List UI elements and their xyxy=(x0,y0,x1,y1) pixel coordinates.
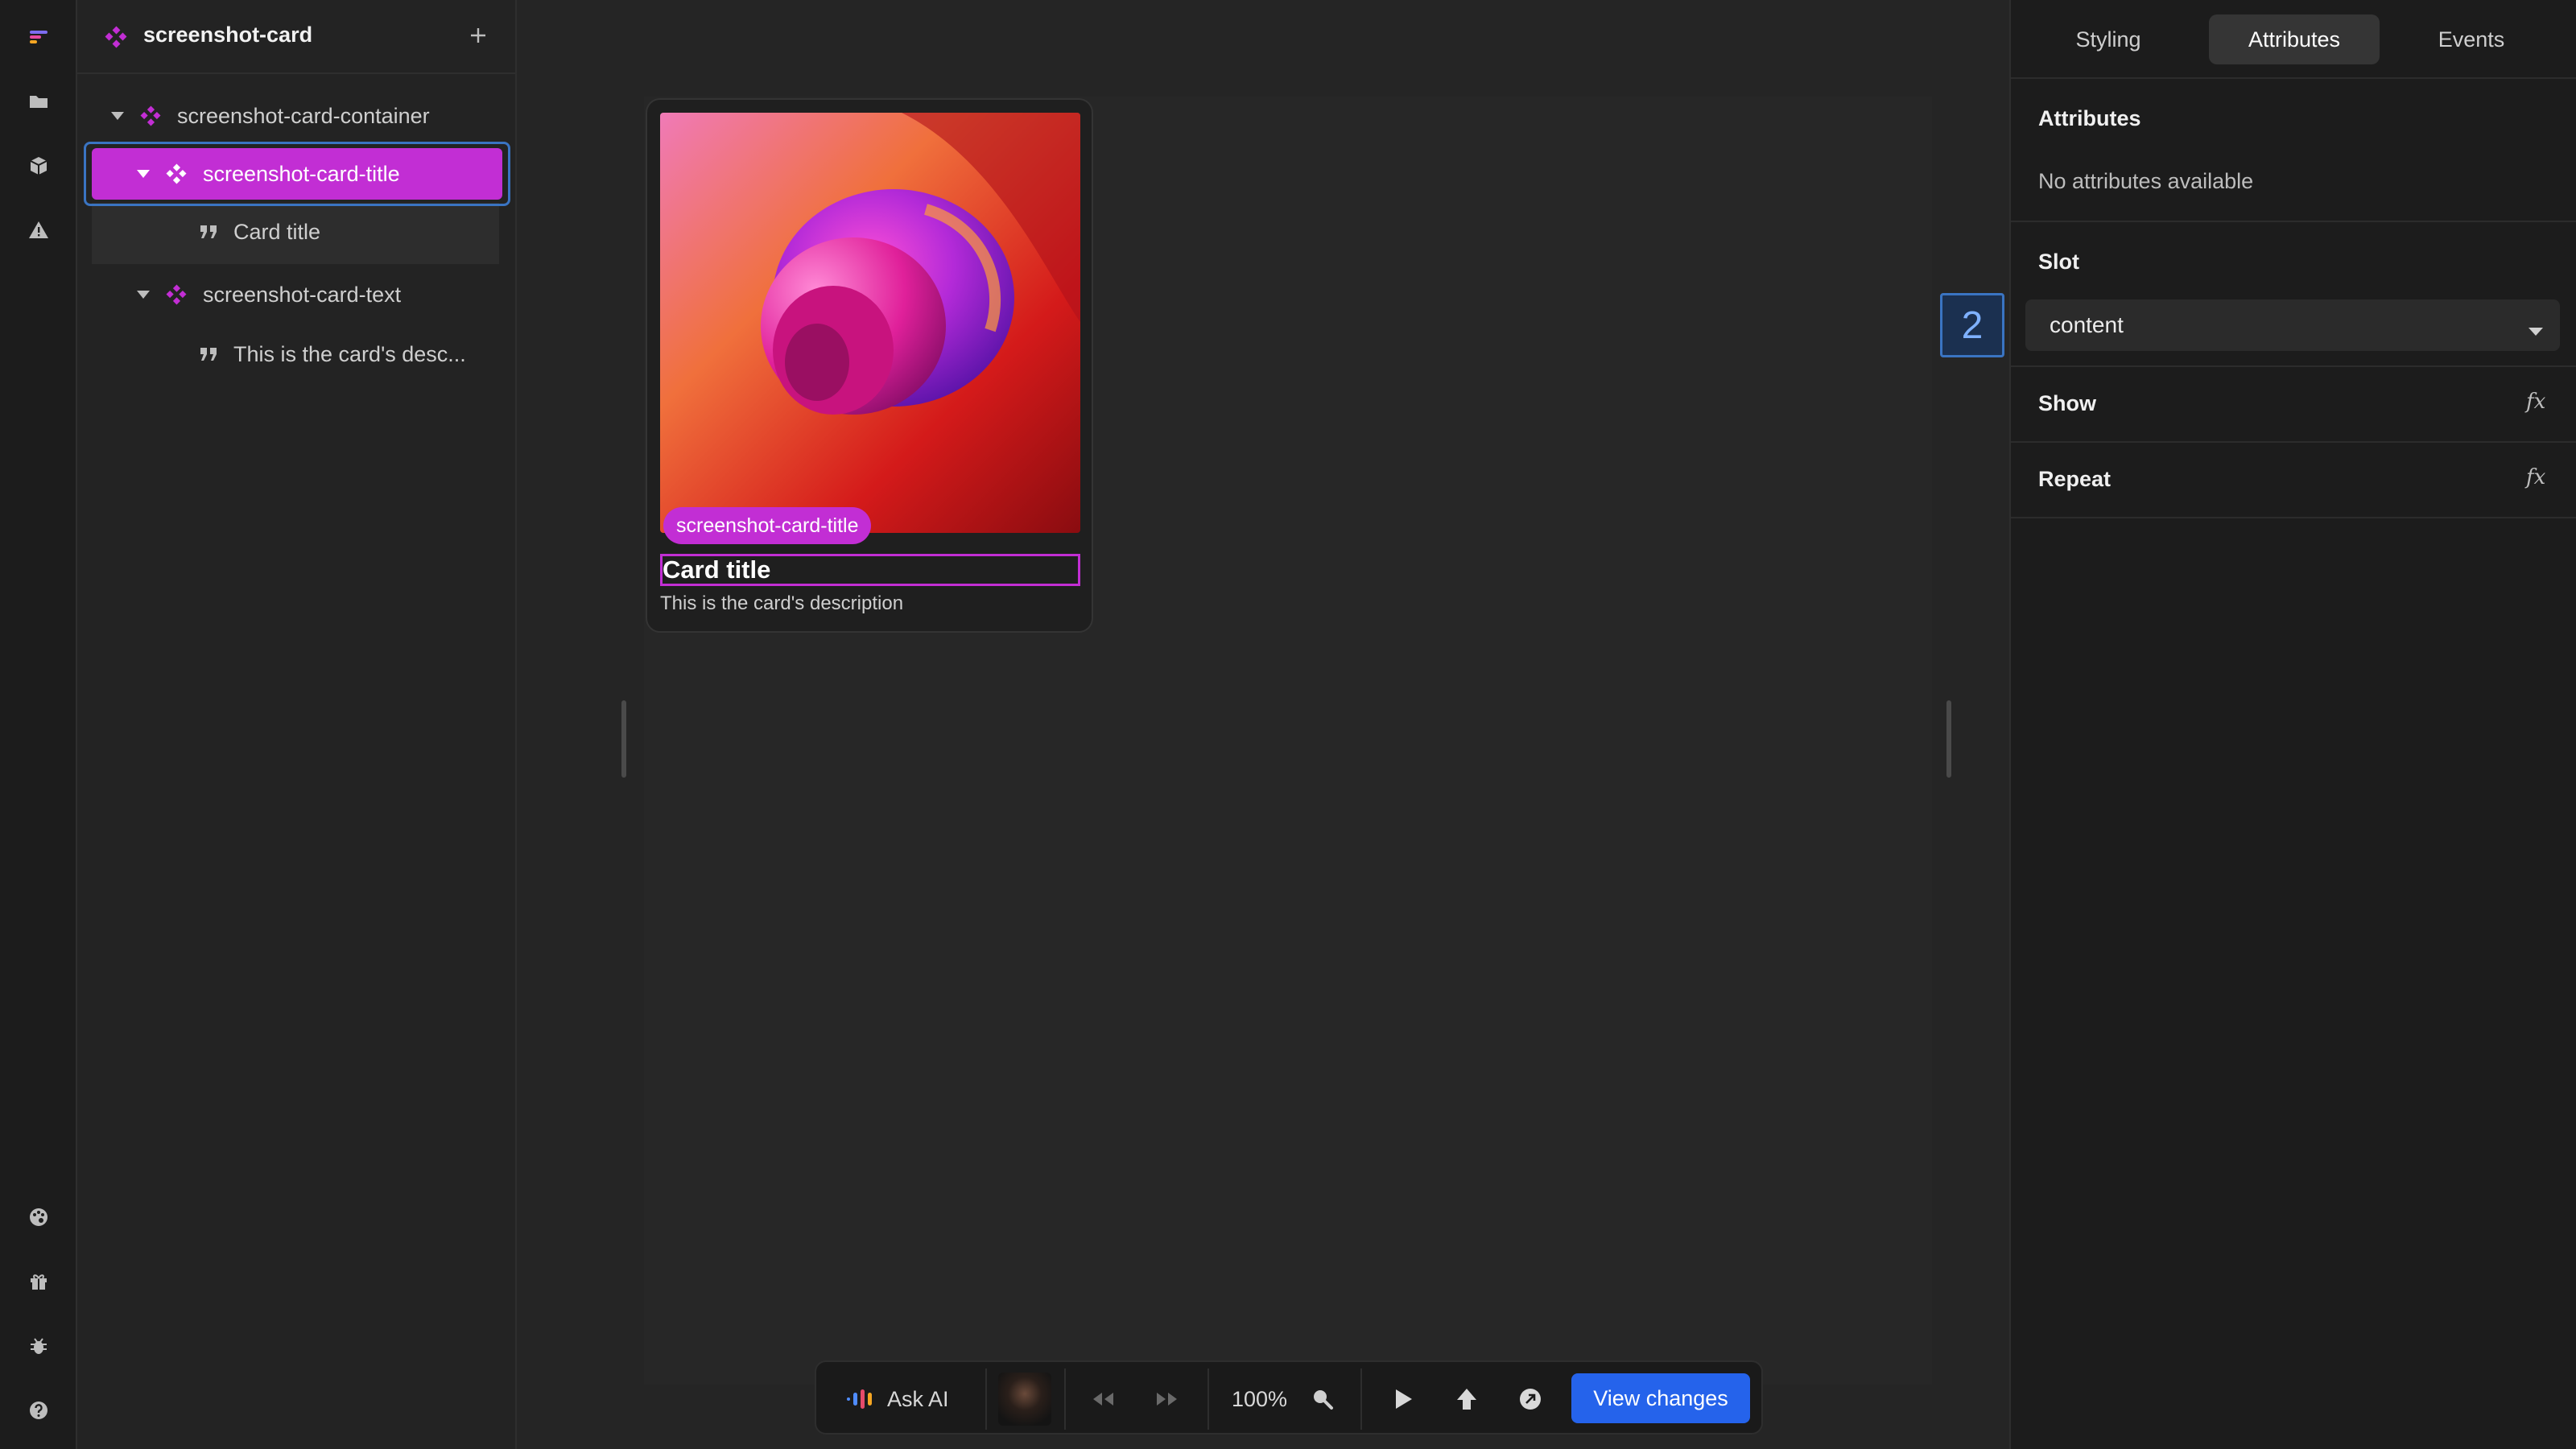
help-icon[interactable] xyxy=(23,1394,55,1426)
play-button[interactable] xyxy=(1393,1362,1414,1436)
package-icon[interactable] xyxy=(23,150,55,182)
attributes-empty-text: No attributes available xyxy=(2038,169,2254,193)
tree-item-description-text[interactable]: This is the card's desc... xyxy=(196,328,466,380)
ask-ai-button[interactable]: Ask AI xyxy=(845,1362,949,1436)
tree-item-label: screenshot-card-title xyxy=(203,161,400,186)
redo-button[interactable] xyxy=(1154,1362,1180,1436)
show-section[interactable]: Show fx xyxy=(2011,367,2576,443)
slot-value: content xyxy=(2050,312,2124,337)
tree-item-label: screenshot-card-container xyxy=(177,103,430,128)
caret-down-icon[interactable] xyxy=(134,285,153,304)
card-description[interactable]: This is the card's description xyxy=(660,592,903,615)
slot-title: Slot xyxy=(2038,250,2079,274)
toolbar-divider xyxy=(1360,1368,1362,1430)
attributes-section: Attributes No attributes available xyxy=(2011,79,2576,222)
tree-item-label: screenshot-card-text xyxy=(203,282,402,307)
attributes-title: Attributes xyxy=(2038,106,2141,130)
tab-styling[interactable]: Styling xyxy=(2035,14,2182,64)
layers-panel: screenshot-card screenshot-card-containe… xyxy=(77,0,517,1449)
search-icon xyxy=(1314,1390,1333,1410)
selected-element-tag: screenshot-card-title xyxy=(663,507,872,544)
tree-item-title-text[interactable]: Card title xyxy=(196,206,320,258)
folder-icon[interactable] xyxy=(23,85,55,118)
layers-header: screenshot-card xyxy=(77,0,517,74)
toolbar-divider xyxy=(1208,1368,1209,1430)
repeat-title: Repeat xyxy=(2038,467,2112,491)
tree-item-label: Card title xyxy=(233,219,321,244)
caret-down-icon[interactable] xyxy=(108,106,127,126)
right-resize-handle[interactable] xyxy=(1946,700,1951,778)
add-layer-button[interactable] xyxy=(464,21,493,50)
component-icon xyxy=(164,162,188,186)
app-logo-icon[interactable] xyxy=(23,21,55,53)
quote-icon xyxy=(196,220,221,244)
rewind-icon xyxy=(1093,1393,1113,1406)
icon-rail xyxy=(0,0,77,1449)
zoom-button[interactable] xyxy=(1311,1362,1335,1436)
properties-panel: Styling Attributes Events Attributes No … xyxy=(2009,0,2576,1449)
card-image xyxy=(660,113,1080,533)
gift-icon[interactable] xyxy=(23,1265,55,1298)
component-name: screenshot-card xyxy=(143,23,313,47)
tree-item-title[interactable]: screenshot-card-title xyxy=(92,148,502,200)
ai-bars-icon xyxy=(847,1389,872,1409)
bottom-toolbar: Ask AI 100% View changes xyxy=(815,1360,1763,1435)
show-title: Show xyxy=(2038,391,2096,415)
tab-attributes[interactable]: Attributes xyxy=(2209,14,2380,64)
tab-events[interactable]: Events xyxy=(2399,14,2544,64)
ask-ai-label: Ask AI xyxy=(887,1386,949,1411)
annotation-badge-2: 2 xyxy=(1940,293,2004,357)
canvas-area: screenshot-card-title Card title This is… xyxy=(517,0,2009,1449)
view-changes-button[interactable]: View changes xyxy=(1571,1373,1750,1423)
card-preview[interactable]: screenshot-card-title Card title This is… xyxy=(646,98,1093,633)
app-window: screenshot-card screenshot-card-containe… xyxy=(0,0,2576,1449)
caret-down-icon[interactable] xyxy=(134,164,153,184)
component-icon xyxy=(105,26,127,52)
card-title[interactable]: Card title xyxy=(660,554,1080,586)
open-external-button[interactable] xyxy=(1518,1362,1542,1436)
tree-item-container[interactable]: screenshot-card-container xyxy=(108,90,430,142)
repeat-section[interactable]: Repeat fx xyxy=(2011,443,2576,518)
external-link-icon xyxy=(1520,1389,1541,1410)
upload-arrow-icon xyxy=(1457,1389,1476,1410)
undo-button[interactable] xyxy=(1090,1362,1116,1436)
publish-button[interactable] xyxy=(1455,1362,1478,1436)
tree-item-label: This is the card's desc... xyxy=(233,341,466,366)
fx-icon[interactable]: fx xyxy=(2526,465,2545,489)
component-icon xyxy=(138,104,163,128)
toolbar-divider xyxy=(985,1368,987,1430)
quote-icon xyxy=(196,342,221,366)
toolbar-divider xyxy=(1064,1368,1066,1430)
fast-forward-icon xyxy=(1157,1393,1177,1406)
bug-icon[interactable] xyxy=(23,1330,55,1362)
warning-icon[interactable] xyxy=(23,214,55,246)
component-icon xyxy=(164,283,188,307)
palette-icon[interactable] xyxy=(23,1201,55,1233)
left-resize-handle[interactable] xyxy=(621,700,626,778)
zoom-level[interactable]: 100% xyxy=(1232,1362,1287,1436)
chevron-down-icon xyxy=(2528,317,2544,343)
slot-select[interactable]: content xyxy=(2025,299,2560,351)
play-icon xyxy=(1396,1389,1412,1409)
fx-icon[interactable]: fx xyxy=(2526,390,2545,414)
avatar[interactable] xyxy=(998,1362,1051,1436)
tree-item-text[interactable]: screenshot-card-text xyxy=(134,269,401,320)
